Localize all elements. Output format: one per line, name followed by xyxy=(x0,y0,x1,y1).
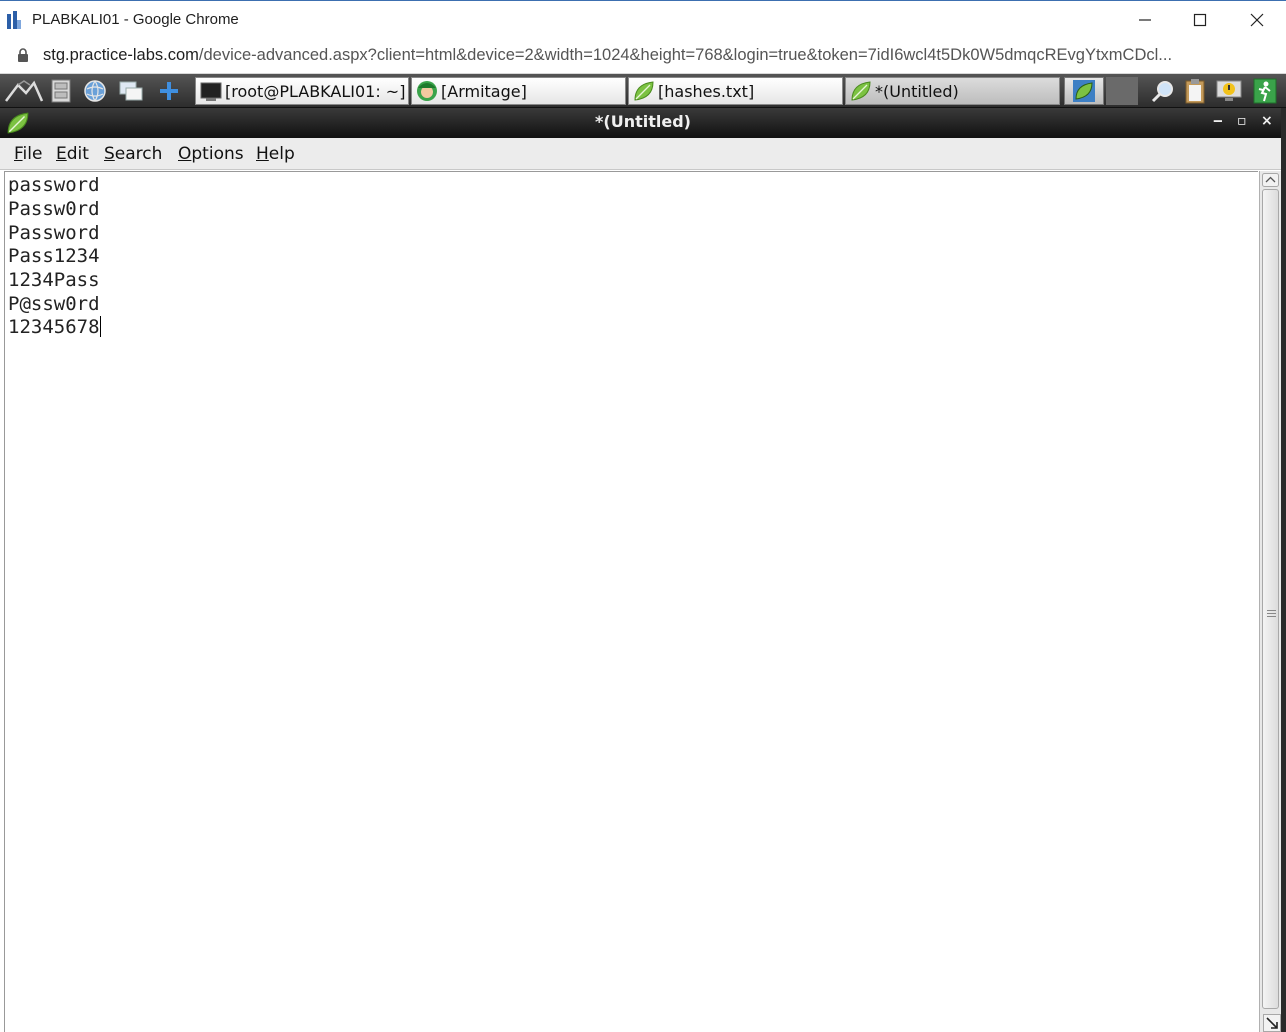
browser-minimize-button[interactable] xyxy=(1117,1,1173,39)
workspace-switcher[interactable] xyxy=(1064,77,1104,105)
gedit-leaf-icon xyxy=(634,81,654,101)
show-desktop-button[interactable] xyxy=(118,78,144,104)
url-text[interactable]: stg.practice-labs.com/device-advanced.as… xyxy=(43,46,1273,65)
editor-line[interactable]: Pass1234 xyxy=(8,244,100,268)
practice-labs-favicon-icon xyxy=(7,11,21,29)
windows-icon xyxy=(119,81,143,101)
updates-notifier[interactable] xyxy=(1216,78,1242,104)
editor-line[interactable]: Password xyxy=(8,221,100,245)
window-minimize-button[interactable]: ‒ xyxy=(1213,113,1223,129)
task-untitled[interactable]: *(Untitled) xyxy=(845,77,1060,105)
gedit-leaf-icon xyxy=(1073,80,1095,102)
logout-button[interactable] xyxy=(1252,78,1278,104)
editor-line[interactable]: 1234Pass xyxy=(8,268,100,292)
editor-line-current[interactable]: 12345678 xyxy=(8,315,101,339)
workspace-2[interactable] xyxy=(1106,77,1138,105)
task-terminal[interactable]: [root@PLABKALI01: ~] xyxy=(195,77,409,105)
editor-line[interactable]: Passw0rd xyxy=(8,197,100,221)
task-armitage[interactable]: [Armitage] xyxy=(411,77,626,105)
close-icon xyxy=(1250,13,1264,27)
lock-icon[interactable] xyxy=(17,48,29,63)
kali-menu-button[interactable] xyxy=(4,78,44,104)
clipboard-button[interactable] xyxy=(1182,78,1208,104)
menu-options[interactable]: Options xyxy=(178,144,244,164)
text-editor-area[interactable]: password Passw0rd Password Pass1234 1234… xyxy=(4,171,1258,1032)
browser-maximize-button[interactable] xyxy=(1172,1,1228,39)
file-cabinet-icon xyxy=(51,79,71,103)
menu-edit[interactable]: Edit xyxy=(56,144,89,164)
files-launcher[interactable] xyxy=(48,78,74,104)
terminal-icon xyxy=(200,82,222,101)
menu-bar: File Edit Search Options Help xyxy=(0,138,1286,170)
editor-window-title-bar[interactable]: *(Untitled) ‒ ▫ × xyxy=(0,108,1286,138)
window-maximize-button[interactable]: ▫ xyxy=(1237,113,1247,129)
menu-search[interactable]: Search xyxy=(104,144,162,164)
armitage-icon xyxy=(417,81,437,101)
editor-line[interactable]: P@ssw0rd xyxy=(8,292,100,316)
editor-line[interactable]: password xyxy=(8,173,100,197)
scroll-up-arrow-icon[interactable] xyxy=(1262,173,1279,187)
add-workspace-button[interactable] xyxy=(156,78,182,104)
menu-help[interactable]: Help xyxy=(256,144,295,164)
globe-icon xyxy=(84,80,106,102)
window-close-button[interactable]: × xyxy=(1261,113,1273,129)
plus-icon xyxy=(160,82,178,100)
scrollbar-thumb[interactable] xyxy=(1262,189,1279,1009)
exit-icon xyxy=(1253,78,1277,104)
search-launcher[interactable] xyxy=(1150,78,1176,104)
browser-window-title: PLABKALI01 - Google Chrome xyxy=(32,11,239,28)
browser-title-bar: PLABKALI01 - Google Chrome xyxy=(0,0,1286,38)
browser-close-button[interactable] xyxy=(1229,1,1285,39)
scrollbar-grip xyxy=(1267,610,1276,619)
magnifier-icon xyxy=(1151,81,1173,103)
editor-window-title: *(Untitled) xyxy=(595,112,691,131)
window-right-border xyxy=(1281,108,1286,1032)
clipboard-icon xyxy=(1185,79,1205,104)
browser-launcher[interactable] xyxy=(82,78,108,104)
gedit-leaf-icon xyxy=(851,81,871,101)
menu-file[interactable]: File xyxy=(14,144,42,164)
maximize-icon xyxy=(1193,13,1207,27)
kali-dragon-icon xyxy=(5,80,44,102)
kali-taskbar: [root@PLABKALI01: ~] [Armitage] [hashes.… xyxy=(0,74,1286,108)
minimize-icon xyxy=(1139,19,1151,21)
scroll-down-arrow-icon[interactable] xyxy=(1263,1014,1281,1032)
task-hashes-txt[interactable]: [hashes.txt] xyxy=(628,77,843,105)
vertical-scrollbar[interactable] xyxy=(1259,171,1281,1032)
text-cursor xyxy=(99,316,101,337)
address-bar[interactable]: stg.practice-labs.com/device-advanced.as… xyxy=(0,38,1286,74)
monitor-alert-icon xyxy=(1216,80,1242,101)
